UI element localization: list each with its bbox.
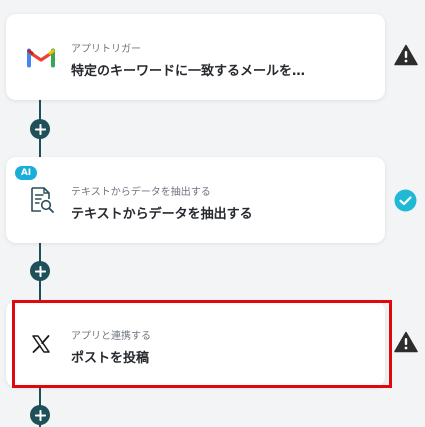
step-subtitle: テキストからデータを抽出する	[71, 187, 211, 198]
x-logo-icon	[26, 329, 56, 359]
flow-step-card[interactable]: アプリと連携する ポストを投稿	[6, 301, 385, 387]
plus-icon	[34, 265, 46, 277]
plus-icon	[34, 123, 46, 135]
check-icon	[394, 189, 417, 212]
flow-step-card[interactable]: テキストからデータを抽出する テキストからデータを抽出する	[6, 157, 385, 243]
step-subtitle: アプリと連携する	[71, 331, 151, 342]
plus-icon	[34, 409, 46, 421]
add-step-button[interactable]	[30, 405, 50, 425]
add-step-button[interactable]	[30, 119, 50, 139]
add-step-button[interactable]	[30, 261, 50, 281]
document-search-icon	[26, 185, 56, 215]
flow-step-card[interactable]: アプリトリガー 特定のキーワードに一致するメールを…	[6, 14, 385, 100]
step-title: 特定のキーワードに一致するメールを…	[71, 64, 306, 79]
warning-icon	[394, 331, 418, 353]
warning-icon	[394, 44, 418, 66]
step-title: ポストを投稿	[71, 351, 150, 366]
step-subtitle: アプリトリガー	[71, 44, 141, 55]
step-title: テキストからデータを抽出する	[71, 207, 253, 222]
ai-badge: AI	[15, 166, 37, 180]
gmail-icon	[26, 42, 56, 72]
